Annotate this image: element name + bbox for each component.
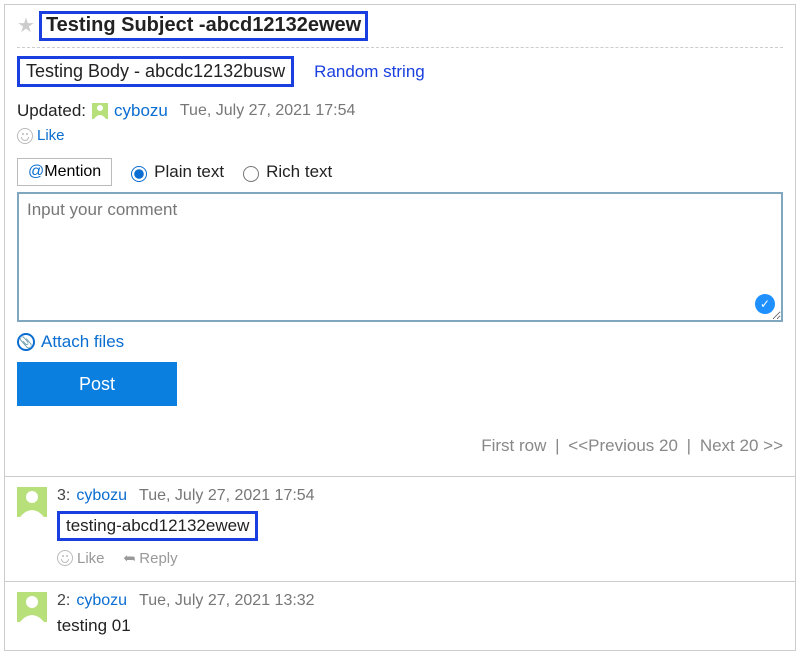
thread-body: Testing Body - abcdc12132busw [17, 56, 294, 87]
comment-time: Tue, July 27, 2021 13:32 [139, 592, 315, 610]
mention-button[interactable]: @Mention [17, 158, 112, 186]
comment-actions: Like ➦ Reply [57, 549, 783, 567]
pager-next[interactable]: Next 20 >> [700, 436, 783, 455]
comment-content: 3: cybozu Tue, July 27, 2021 17:54 testi… [57, 487, 783, 567]
comment-number: 2: [57, 592, 70, 610]
comment-reply[interactable]: ➦ Reply [123, 549, 178, 567]
title-row: ★ Testing Subject -abcd12132ewew [17, 11, 783, 41]
random-string-label: Random string [314, 62, 425, 82]
separator [17, 47, 783, 48]
like-link[interactable]: Like [37, 127, 65, 144]
thread-panel: ★ Testing Subject -abcd12132ewew Testing… [4, 4, 796, 651]
rich-text-label: Rich text [266, 162, 332, 182]
comment-toolbar: @Mention Plain text Rich text [17, 158, 783, 186]
plain-text-radio-input[interactable] [131, 166, 147, 182]
check-icon: ✓ [755, 294, 775, 314]
at-icon: @ [28, 163, 44, 180]
updated-label: Updated: [17, 101, 86, 121]
paperclip-icon: 📎 [17, 333, 35, 351]
comment-placeholder: Input your comment [27, 200, 177, 219]
plain-text-radio[interactable]: Plain text [126, 162, 224, 182]
comment-number: 3: [57, 487, 70, 505]
pager-prev[interactable]: <<Previous 20 [568, 436, 678, 455]
avatar-icon [17, 592, 47, 622]
attach-files-link[interactable]: Attach files [41, 332, 124, 352]
pager-first[interactable]: First row [481, 436, 546, 455]
smiley-icon [57, 550, 73, 566]
like-row[interactable]: Like [17, 127, 783, 144]
star-icon[interactable]: ★ [17, 16, 35, 36]
thread-title: Testing Subject -abcd12132ewew [39, 11, 368, 41]
rich-text-radio[interactable]: Rich text [238, 162, 332, 182]
plain-text-label: Plain text [154, 162, 224, 182]
comment-user-link[interactable]: cybozu [76, 592, 127, 610]
updated-user-link[interactable]: cybozu [114, 101, 168, 121]
comment-time: Tue, July 27, 2021 17:54 [139, 487, 315, 505]
comment-body-highlight: testing-abcd12132ewew [57, 511, 258, 541]
rich-text-radio-input[interactable] [243, 166, 259, 182]
comment-item: 2: cybozu Tue, July 27, 2021 13:32 testi… [5, 581, 795, 650]
thread-main: ★ Testing Subject -abcd12132ewew Testing… [5, 5, 795, 476]
reply-arrow-icon: ➦ [123, 549, 136, 567]
comment-head: 2: cybozu Tue, July 27, 2021 13:32 [57, 592, 783, 610]
smiley-icon [17, 128, 33, 144]
body-row: Testing Body - abcdc12132busw Random str… [17, 56, 783, 87]
attach-row[interactable]: 📎 Attach files [17, 332, 783, 352]
comment-user-link[interactable]: cybozu [76, 487, 127, 505]
user-icon [92, 103, 108, 119]
comment-item: 3: cybozu Tue, July 27, 2021 17:54 testi… [5, 476, 795, 581]
comment-input[interactable]: Input your comment ✓ [17, 192, 783, 322]
updated-time: Tue, July 27, 2021 17:54 [180, 102, 356, 120]
comment-body: testing 01 [57, 616, 783, 636]
updated-row: Updated: cybozu Tue, July 27, 2021 17:54 [17, 101, 783, 121]
comment-head: 3: cybozu Tue, July 27, 2021 17:54 [57, 487, 783, 505]
comment-like[interactable]: Like [57, 550, 105, 567]
avatar-icon [17, 487, 47, 517]
comment-content: 2: cybozu Tue, July 27, 2021 13:32 testi… [57, 592, 783, 636]
post-button[interactable]: Post [17, 362, 177, 406]
format-radio-group: Plain text Rich text [126, 162, 332, 182]
pager: First row | <<Previous 20 | Next 20 >> [17, 436, 783, 462]
mention-label: Mention [44, 163, 101, 180]
